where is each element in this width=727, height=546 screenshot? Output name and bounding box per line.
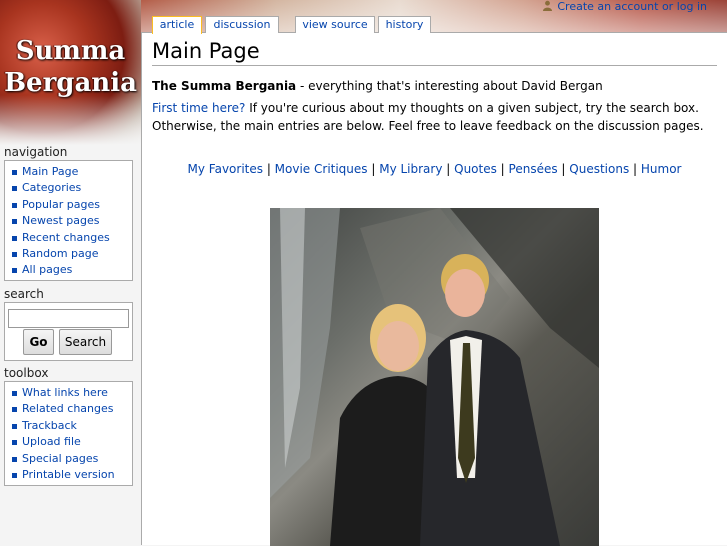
nav-item-all-pages[interactable]: All pages <box>5 262 132 278</box>
menu-separator: | <box>367 162 380 176</box>
toolbox-item-label: Upload file <box>22 435 81 449</box>
nav-item-categories[interactable]: Categories <box>5 180 132 196</box>
nav-item-label: All pages <box>22 263 73 277</box>
intro-paragraph: The Summa Bergania - everything that's i… <box>152 77 722 95</box>
search-heading: search <box>4 287 44 301</box>
personal-tools: Create an account or log in <box>542 0 707 13</box>
toolbox-special-pages[interactable]: Special pages <box>5 451 132 467</box>
nav-item-label: Categories <box>22 181 82 195</box>
toolbox-item-label: Printable version <box>22 468 115 482</box>
toolbox-item-label: Related changes <box>22 402 114 416</box>
tab-history-label: history <box>385 18 424 31</box>
toolbox-portlet: What links here Related changes Trackbac… <box>4 381 133 486</box>
nav-item-label: Popular pages <box>22 197 100 211</box>
menu-link-humor[interactable]: Humor <box>641 162 682 176</box>
menu-link-my-library[interactable]: My Library <box>379 162 442 176</box>
nav-item-random-page[interactable]: Random page <box>5 246 132 262</box>
search-input[interactable] <box>8 309 129 328</box>
create-account-link[interactable]: Create an account or log in <box>557 0 707 13</box>
toolbox-item-label: Trackback <box>22 418 77 432</box>
logo-line-2: Bergania <box>4 68 137 98</box>
toolbox-printable-version[interactable]: Printable version <box>5 467 132 483</box>
nav-item-recent-changes[interactable]: Recent changes <box>5 230 132 246</box>
toolbox-related-changes[interactable]: Related changes <box>5 401 132 417</box>
toolbox-item-label: What links here <box>22 386 108 399</box>
tab-history[interactable]: history <box>378 16 431 33</box>
navigation-heading: navigation <box>4 145 68 159</box>
menu-separator: | <box>442 162 455 176</box>
menu-link-movie-critiques[interactable]: Movie Critiques <box>275 162 368 176</box>
logo-line-1: Summa <box>15 36 126 66</box>
search-button[interactable]: Search <box>59 329 112 355</box>
main-entries-menu: My Favorites | Movie Critiques | My Libr… <box>152 162 717 176</box>
toolbox-heading: toolbox <box>4 366 49 380</box>
nav-item-label: Recent changes <box>22 230 110 244</box>
first-time-link[interactable]: First time here? <box>152 101 245 115</box>
page-title: Main Page <box>152 39 717 66</box>
intro-site-name: The Summa Bergania <box>152 79 297 93</box>
nav-item-label: Main Page <box>22 165 79 178</box>
toolbox-what-links-here[interactable]: What links here <box>5 385 132 401</box>
menu-link-questions[interactable]: Questions <box>569 162 629 176</box>
menu-link-my-favorites[interactable]: My Favorites <box>188 162 263 176</box>
nav-item-newest-pages[interactable]: Newest pages <box>5 213 132 229</box>
menu-separator: | <box>496 162 509 176</box>
first-time-paragraph: First time here? If you're curious about… <box>152 99 722 135</box>
tab-discussion[interactable]: discussion <box>205 16 279 33</box>
toolbox-item-label: Special pages <box>22 451 99 465</box>
toolbox-trackback[interactable]: Trackback <box>5 418 132 434</box>
tab-article[interactable]: article <box>152 16 202 34</box>
nav-item-popular-pages[interactable]: Popular pages <box>5 197 132 213</box>
menu-link-quotes[interactable]: Quotes <box>454 162 497 176</box>
nav-item-label: Newest pages <box>22 214 100 228</box>
intro-text: - everything that's interesting about Da… <box>296 79 603 93</box>
nav-item-label: Random page <box>22 247 99 261</box>
site-logo[interactable]: Summa Bergania <box>0 0 141 145</box>
menu-link-pensees[interactable]: Pensées <box>509 162 558 176</box>
menu-separator: | <box>629 162 641 176</box>
go-button[interactable]: Go <box>23 329 54 355</box>
toolbox-upload-file[interactable]: Upload file <box>5 434 132 450</box>
menu-separator: | <box>557 162 570 176</box>
user-icon <box>542 0 553 11</box>
search-portlet: Go Search <box>4 302 133 361</box>
content-area: Main Page The Summa Bergania - everythin… <box>141 32 727 546</box>
couple-photo <box>270 208 599 546</box>
menu-separator: | <box>263 162 275 176</box>
navigation-portlet: Main Page Categories Popular pages Newes… <box>4 160 133 281</box>
tab-view-source[interactable]: view source <box>295 16 375 33</box>
tab-article-label: article <box>159 18 195 31</box>
tab-view-source-label: view source <box>302 18 368 31</box>
nav-item-main-page[interactable]: Main Page <box>5 164 132 180</box>
tab-discussion-label: discussion <box>213 18 271 31</box>
